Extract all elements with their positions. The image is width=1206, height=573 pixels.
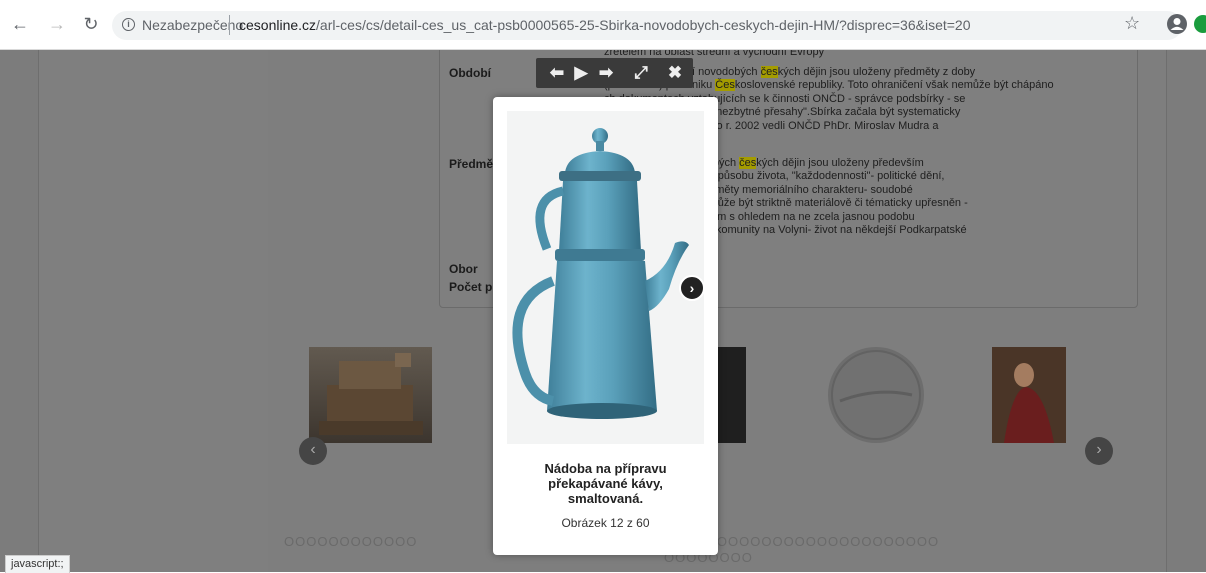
play-icon[interactable]: ▶ — [568, 61, 594, 85]
prev-arrow-icon[interactable]: ⬅ — [544, 61, 570, 85]
address-bar[interactable]: i Nezabezpečeno cesonline.cz/arl-ces/cs/… — [112, 11, 1182, 40]
thumbnail-portrait[interactable] — [992, 347, 1066, 443]
carousel-next-button[interactable]: › — [1085, 437, 1113, 465]
close-icon[interactable]: ✖ — [662, 61, 688, 85]
label-count: Počet p — [449, 280, 493, 294]
lightbox-image[interactable]: › — [507, 111, 704, 444]
back-icon[interactable]: ← — [9, 13, 31, 35]
address-separator — [229, 15, 230, 35]
thumbnail-dark[interactable] — [718, 347, 746, 443]
carousel-prev-button[interactable]: ‹ — [299, 437, 327, 465]
label-field: Obor — [449, 262, 478, 276]
thumbnail-cash-register[interactable] — [309, 347, 432, 443]
security-label: Nezabezpečeno — [142, 17, 244, 33]
lightbox-next-button[interactable]: › — [679, 275, 704, 301]
fullscreen-icon[interactable]: ⤢ — [628, 61, 654, 85]
bookmark-star-icon[interactable]: ☆ — [1124, 13, 1140, 34]
search-highlight: čes — [739, 157, 757, 169]
lightbox-image-counter: Obrázek 12 z 60 — [561, 516, 650, 530]
label-period: Období — [449, 66, 491, 80]
left-column — [38, 50, 269, 572]
label-subject: Předmě — [449, 157, 494, 171]
lightbox-toolbar: ⬅ ▶ ➡ ⤢ ✖ — [536, 58, 693, 88]
forward-icon[interactable]: → — [46, 13, 68, 35]
thumbnail-medal[interactable] — [822, 347, 930, 443]
url-text[interactable]: cesonline.cz/arl-ces/cs/detail-ces_us_ca… — [239, 17, 971, 33]
lightbox-caption-title: Nádoba na přípravu překapávané kávy, sma… — [544, 461, 667, 506]
account-icon[interactable] — [1166, 13, 1188, 35]
lightbox-modal: › Nádoba na přípravu překapávané kávy, s… — [493, 97, 718, 555]
search-highlight: Čes — [715, 79, 735, 92]
medal-image — [828, 347, 924, 443]
browser-toolbar: ← → ↻ i Nezabezpečeno cesonline.cz/arl-c… — [0, 0, 1206, 50]
next-arrow-icon[interactable]: ➡ — [593, 61, 619, 85]
cash-register-image — [319, 353, 423, 435]
reload-icon[interactable]: ↻ — [80, 13, 102, 35]
info-icon[interactable]: i — [122, 18, 135, 31]
status-bar-url: javascript:; — [5, 555, 70, 573]
url-path: /arl-ces/cs/detail-ces_us_cat-psb0000565… — [316, 17, 971, 33]
coffee-pot-image — [512, 128, 689, 419]
pager-dots-left: OOOOOOOOOOOO — [284, 534, 418, 549]
extension-icon[interactable] — [1194, 15, 1206, 33]
portrait-image — [992, 347, 1066, 443]
url-domain: cesonline.cz — [239, 17, 317, 33]
search-highlight: čes — [760, 66, 778, 78]
